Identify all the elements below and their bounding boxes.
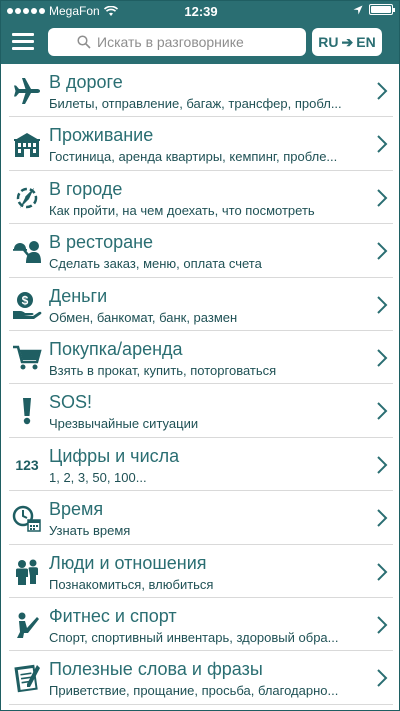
- hamburger-icon-line: [12, 40, 34, 43]
- hamburger-icon-line: [12, 47, 34, 50]
- category-title: В ресторане: [49, 232, 154, 253]
- category-row-numbers[interactable]: 123 Цифры и числа 1, 2, 3, 50, 100...: [1, 438, 399, 492]
- menu-button[interactable]: [12, 33, 34, 51]
- category-subtitle: Взять в прокат, купить, поторговаться: [49, 362, 277, 378]
- category-subtitle: Узнать время: [49, 523, 131, 539]
- chevron-right-icon: [377, 189, 388, 207]
- status-bar: MegaFon 12:39: [1, 1, 399, 21]
- category-row-time[interactable]: Время Узнать время: [1, 491, 399, 545]
- category-title: SOS!: [49, 392, 93, 413]
- category-title: В дороге: [49, 72, 123, 92]
- category-subtitle: Чрезвычайные ситуации: [49, 416, 199, 432]
- category-row-city[interactable]: В городе Как пройти, на чем доехать, что…: [1, 171, 399, 225]
- search-input[interactable]: [97, 34, 277, 50]
- category-row-travel[interactable]: В дороге Билеты, отправление, багаж, тра…: [1, 64, 399, 118]
- category-title: В городе: [49, 178, 123, 199]
- category-subtitle: Обмен, банкомат, банк, размен: [49, 309, 238, 325]
- hotel-icon: [11, 128, 43, 160]
- category-title: Деньги: [49, 285, 108, 306]
- category-row-money[interactable]: $ Деньги Обмен, банкомат, банк, размен: [1, 278, 399, 332]
- hamburger-icon-line: [12, 33, 34, 36]
- category-subtitle: Билеты, отправление, багаж, трансфер, пр…: [49, 96, 342, 111]
- category-title: Время: [49, 499, 104, 520]
- compass-icon: [11, 182, 43, 214]
- category-subtitle: Гостиница, аренда квартиры, кемпинг, про…: [49, 149, 338, 165]
- category-subtitle: Сделать заказ, меню, оплата счета: [49, 256, 262, 272]
- category-title: Полезные слова и фразы: [49, 659, 263, 680]
- category-subtitle: Познакомиться, влюбиться: [49, 576, 214, 592]
- chevron-right-icon: [377, 135, 388, 154]
- stretching-icon: [11, 609, 43, 641]
- cart-icon: [11, 342, 43, 374]
- search-bar[interactable]: [48, 28, 306, 56]
- svg-text:$: $: [22, 293, 29, 307]
- category-subtitle: 1, 2, 3, 50, 100...: [49, 469, 147, 485]
- category-subtitle: Спорт, спортивный инвентарь, здоровый об…: [49, 629, 339, 645]
- category-row-fitness[interactable]: Фитнес и спорт Спорт, спортивный инвента…: [1, 598, 399, 652]
- clock-calendar-icon: [11, 502, 43, 534]
- chevron-right-icon: [377, 669, 388, 688]
- category-row-accommodation[interactable]: Проживание Гостиница, аренда квартиры, к…: [1, 117, 399, 172]
- chevron-right-icon: [377, 616, 388, 634]
- category-row-sos[interactable]: SOS! Чрезвычайные ситуации: [1, 384, 399, 439]
- chevron-right-icon: [377, 562, 388, 581]
- chevron-right-icon: [377, 349, 388, 367]
- category-row-people[interactable]: Люди и отношения Познакомиться, влюбитьс…: [1, 545, 399, 599]
- numbers-icon-text: 123: [15, 456, 39, 473]
- exclamation-icon: [11, 395, 43, 427]
- category-row-useful-phrases[interactable]: Полезные слова и фразы Приветствие, прощ…: [1, 651, 399, 706]
- category-row-restaurant[interactable]: В ресторане Сделать заказ, меню, оплата …: [1, 224, 399, 278]
- notepad-icon: [11, 662, 43, 694]
- status-right: [353, 4, 395, 15]
- people-icon: [11, 556, 43, 588]
- target-language: EN: [356, 34, 376, 50]
- airplane-icon: [11, 75, 43, 107]
- numbers-icon: 123: [11, 449, 43, 481]
- arrow-right-icon: ➔: [341, 33, 354, 50]
- waiter-icon: [11, 235, 43, 267]
- category-title: Покупка/аренда: [49, 338, 183, 359]
- chevron-right-icon: [377, 82, 388, 100]
- chevron-right-icon: [377, 295, 388, 314]
- battery-icon: [369, 4, 395, 15]
- category-row-shopping[interactable]: Покупка/аренда Взять в прокат, купить, п…: [1, 331, 399, 385]
- chevron-right-icon: [377, 402, 388, 421]
- category-title: Цифры и числа: [49, 445, 180, 466]
- category-subtitle: Как пройти, на чем доехать, что посмотре…: [49, 202, 315, 218]
- location-arrow-icon: [353, 5, 363, 14]
- source-language: RU: [318, 34, 339, 50]
- app-screen: MegaFon 12:39 Искать в разговорнике RU ➔…: [0, 0, 400, 711]
- chevron-right-icon: [377, 242, 388, 260]
- language-switch-button[interactable]: RU ➔ EN: [312, 28, 382, 56]
- top-nav-bar: RU ➔ EN: [1, 21, 399, 64]
- category-subtitle: Приветствие, прощание, просьба, благодар…: [49, 683, 339, 699]
- category-list: В дороге Билеты, отправление, багаж, тра…: [1, 64, 399, 706]
- category-title: Фитнес и спорт: [49, 605, 177, 626]
- category-title: Проживание: [49, 125, 154, 146]
- chevron-right-icon: [377, 456, 388, 474]
- category-title: Люди и отношения: [49, 552, 207, 573]
- money-hand-icon: $: [11, 289, 43, 321]
- search-icon: [77, 35, 91, 49]
- chevron-right-icon: [377, 509, 388, 527]
- clock-time: 12:39: [184, 4, 218, 19]
